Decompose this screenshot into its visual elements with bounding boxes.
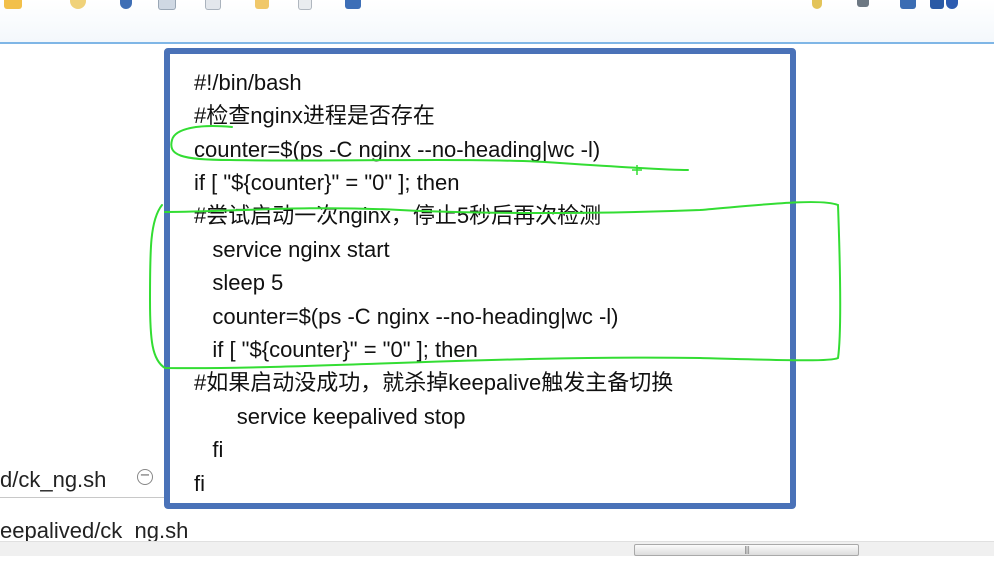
chat-icon[interactable] xyxy=(70,0,86,9)
code-line: counter=$(ps -C nginx --no-heading|wc -l… xyxy=(194,304,619,329)
share-icon[interactable] xyxy=(946,0,958,9)
code-line: #检查nginx进程是否存在 xyxy=(194,103,435,128)
row-divider xyxy=(0,497,165,498)
collapse-icon[interactable]: − xyxy=(137,469,153,485)
window-icon[interactable] xyxy=(900,0,916,9)
toolbar xyxy=(0,0,994,44)
save-icon[interactable] xyxy=(345,0,361,9)
code-line: if [ "${counter}" = "0" ]; then xyxy=(194,170,460,195)
undo-icon[interactable] xyxy=(120,0,132,9)
code-panel: #!/bin/bash #检查nginx进程是否存在 counter=$(ps … xyxy=(164,48,796,509)
code-line: service keepalived stop xyxy=(194,404,466,429)
page-icon[interactable] xyxy=(298,0,312,10)
code-line: #如果启动没成功，就杀掉keepalive触发主备切换 xyxy=(194,370,674,395)
terminal-icon[interactable] xyxy=(930,0,944,9)
pin-icon[interactable] xyxy=(857,0,869,7)
bulb-icon[interactable] xyxy=(812,0,822,9)
file-tree-item-label: eepalived/ck_ng.sh xyxy=(0,518,189,543)
code-line: fi xyxy=(194,471,205,496)
code-line: #尝试启动一次nginx，停止5秒后再次检测 xyxy=(194,203,602,228)
document-icon[interactable] xyxy=(205,0,221,10)
document-icon[interactable] xyxy=(158,0,176,10)
horizontal-scrollbar[interactable]: ||| xyxy=(0,541,994,556)
file-tree-item-label: d/ck_ng.sh xyxy=(0,467,107,492)
code-line: if [ "${counter}" = "0" ]; then xyxy=(194,337,478,362)
pencil-icon[interactable] xyxy=(255,0,269,9)
scrollbar-thumb[interactable]: ||| xyxy=(634,544,859,556)
code-line: fi xyxy=(194,437,224,462)
code-line: service nginx start xyxy=(194,237,390,262)
code-line: #!/bin/bash xyxy=(194,70,302,95)
code-line: counter=$(ps -C nginx --no-heading|wc -l… xyxy=(194,137,601,162)
folder-icon[interactable] xyxy=(4,0,22,9)
code-line: sleep 5 xyxy=(194,270,284,295)
